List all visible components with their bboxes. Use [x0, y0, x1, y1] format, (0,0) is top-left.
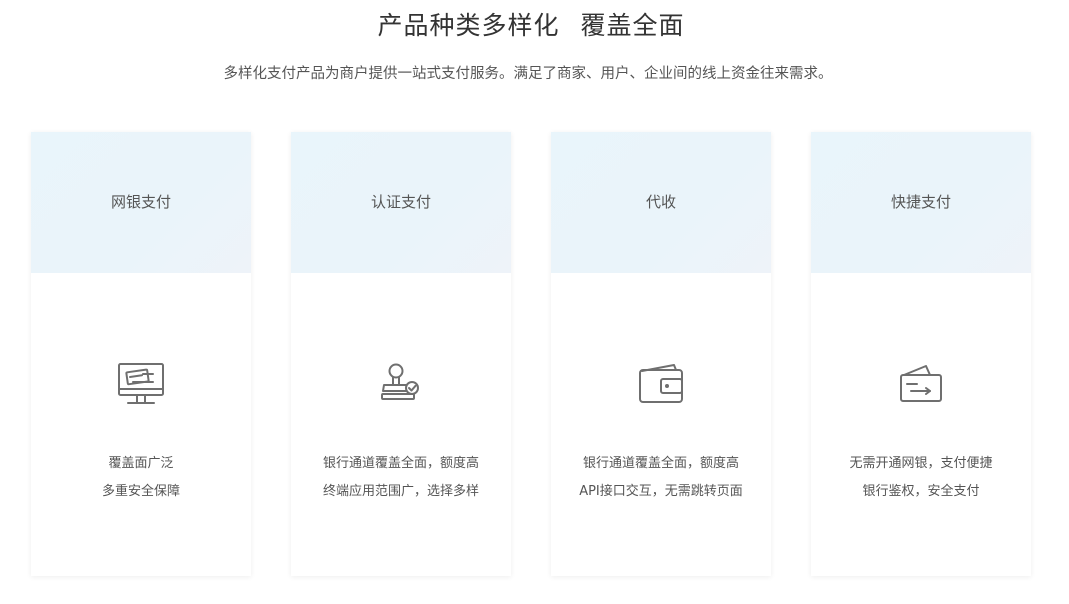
product-card-collection[interactable]: 代收 银行通道覆盖全面，额度高 API接口交互，无需跳转页面: [551, 132, 771, 576]
card-header: 认证支付: [291, 132, 511, 273]
card-feature-line: 银行鉴权，安全支付: [862, 484, 980, 499]
card-header: 快捷支付: [811, 132, 1031, 273]
card-feature-line: 无需开通网银，支付便捷: [849, 456, 993, 471]
page-subtitle: 多样化支付产品为商户提供一站式支付服务。满足了商家、用户、企业间的线上资金往来需…: [223, 66, 833, 82]
card-feature-line: 多重安全保障: [101, 484, 180, 499]
card-feature-line: 终端应用范围广，选择多样: [322, 484, 479, 499]
card-title: 认证支付: [370, 193, 431, 211]
card-feature-line: 银行通道覆盖全面，额度高: [582, 456, 739, 471]
product-card-online-banking[interactable]: 网银支付 覆盖面广泛 多重安全保障: [31, 132, 251, 576]
card-header: 网银支付: [31, 132, 251, 273]
card-title: 快捷支付: [890, 193, 951, 211]
card-title: 代收: [645, 193, 676, 211]
card-swipe-icon: [896, 361, 946, 407]
card-feature-line: 覆盖面广泛: [108, 456, 174, 471]
product-card-auth-payment[interactable]: 认证支付 银行通道覆盖全面，额度高 终端应用范围广，选择多样: [291, 132, 511, 576]
product-card-quick-payment[interactable]: 快捷支付 无需开通网银，支付便捷 银行鉴权，安全支付: [811, 132, 1031, 576]
stamp-check-icon: [376, 361, 426, 407]
card-header: 代收: [551, 132, 771, 273]
card-feature-line: API接口交互，无需跳转页面: [579, 484, 743, 499]
wallet-icon: [636, 361, 686, 407]
monitor-card-icon: [116, 361, 166, 407]
product-cards: 网银支付 覆盖面广泛 多重安全保障 认证支付 银行通道覆盖全面，额度高 终端应用…: [31, 132, 1032, 577]
card-feature-line: 银行通道覆盖全面，额度高: [322, 456, 479, 471]
card-title: 网银支付: [110, 193, 171, 211]
page-title: 产品种类多样化 覆盖全面: [377, 11, 685, 40]
